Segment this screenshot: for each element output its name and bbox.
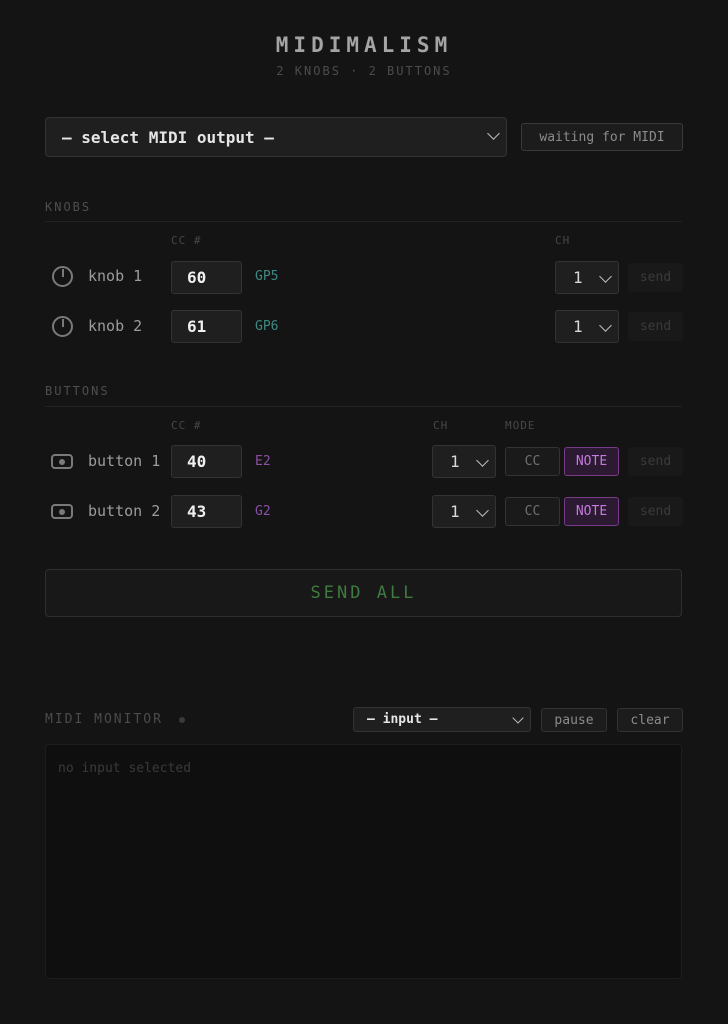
knob-send-button[interactable]: send — [628, 263, 683, 292]
midi-status-badge: waiting for MIDI — [521, 123, 683, 151]
knobs-col-cc: CC # — [171, 234, 202, 247]
knob-channel-select[interactable]: 1 — [555, 261, 619, 294]
buttons-section-label: BUTTONS — [45, 384, 110, 398]
knob-cc-value: 61 — [187, 317, 207, 336]
chevron-down-icon — [476, 454, 489, 467]
button-label: button 2 — [88, 502, 161, 520]
button-cc-value: 43 — [187, 502, 207, 521]
chevron-down-icon — [512, 712, 524, 724]
mode-note-button[interactable]: NOTE — [564, 447, 619, 476]
midi-output-selected: — select MIDI output — — [62, 127, 274, 147]
knob-channel-select[interactable]: 1 — [555, 310, 619, 343]
chevron-down-icon — [599, 270, 612, 283]
button-note-name: G2 — [255, 504, 271, 519]
knob-channel-value: 1 — [573, 268, 583, 287]
knob-cc-input[interactable]: 61 — [171, 310, 242, 343]
button-channel-select[interactable]: 1 — [432, 495, 496, 528]
mode-cc-button[interactable]: CC — [505, 447, 560, 476]
buttons-divider — [45, 406, 682, 407]
mode-cc-button[interactable]: CC — [505, 497, 560, 526]
chevron-down-icon — [487, 127, 500, 140]
knob-icon — [52, 266, 73, 287]
knob-label: knob 1 — [88, 267, 143, 285]
button-cc-input[interactable]: 43 — [171, 495, 242, 528]
knob-send-button[interactable]: send — [628, 312, 683, 341]
monitor-status-dot-icon — [179, 717, 185, 723]
midi-input-selected: — input — — [367, 712, 438, 727]
button-channel-value: 1 — [450, 452, 460, 471]
chevron-down-icon — [476, 504, 489, 517]
app-subtitle: 2 KNOBS · 2 BUTTONS — [276, 64, 452, 78]
knob-note-name: GP5 — [255, 269, 279, 284]
app-root: MIDIMALISM 2 KNOBS · 2 BUTTONS — select … — [0, 0, 728, 1024]
knob-note-name: GP6 — [255, 319, 279, 334]
clear-button[interactable]: clear — [617, 708, 683, 732]
buttons-col-mode: MODE — [505, 419, 536, 432]
mode-note-button[interactable]: NOTE — [564, 497, 619, 526]
button-send-button[interactable]: send — [628, 497, 683, 526]
push-button-icon — [51, 454, 73, 469]
knob-channel-value: 1 — [573, 317, 583, 336]
button-channel-select[interactable]: 1 — [432, 445, 496, 478]
button-cc-input[interactable]: 40 — [171, 445, 242, 478]
knobs-section-label: KNOBS — [45, 200, 92, 214]
button-send-button[interactable]: send — [628, 447, 683, 476]
knob-icon — [52, 316, 73, 337]
app-title: MIDIMALISM — [275, 33, 453, 57]
button-label: button 1 — [88, 452, 161, 470]
pause-button[interactable]: pause — [541, 708, 607, 732]
send-all-button[interactable]: SEND ALL — [45, 569, 682, 617]
knobs-col-ch: CH — [555, 234, 571, 247]
midi-output-select[interactable]: — select MIDI output — — [45, 117, 507, 157]
midi-input-select[interactable]: — input — — [353, 707, 531, 732]
knobs-divider — [45, 221, 682, 222]
midi-monitor-log[interactable]: no input selected — [45, 744, 682, 979]
button-channel-value: 1 — [450, 502, 460, 521]
monitor-empty-text: no input selected — [58, 761, 192, 776]
push-button-icon — [51, 504, 73, 519]
knob-label: knob 2 — [88, 317, 143, 335]
button-cc-value: 40 — [187, 452, 207, 471]
knob-cc-value: 60 — [187, 268, 207, 287]
buttons-col-ch: CH — [433, 419, 449, 432]
chevron-down-icon — [599, 319, 612, 332]
midi-monitor-label: MIDI MONITOR — [45, 712, 163, 727]
buttons-col-cc: CC # — [171, 419, 202, 432]
button-note-name: E2 — [255, 454, 271, 469]
knob-cc-input[interactable]: 60 — [171, 261, 242, 294]
